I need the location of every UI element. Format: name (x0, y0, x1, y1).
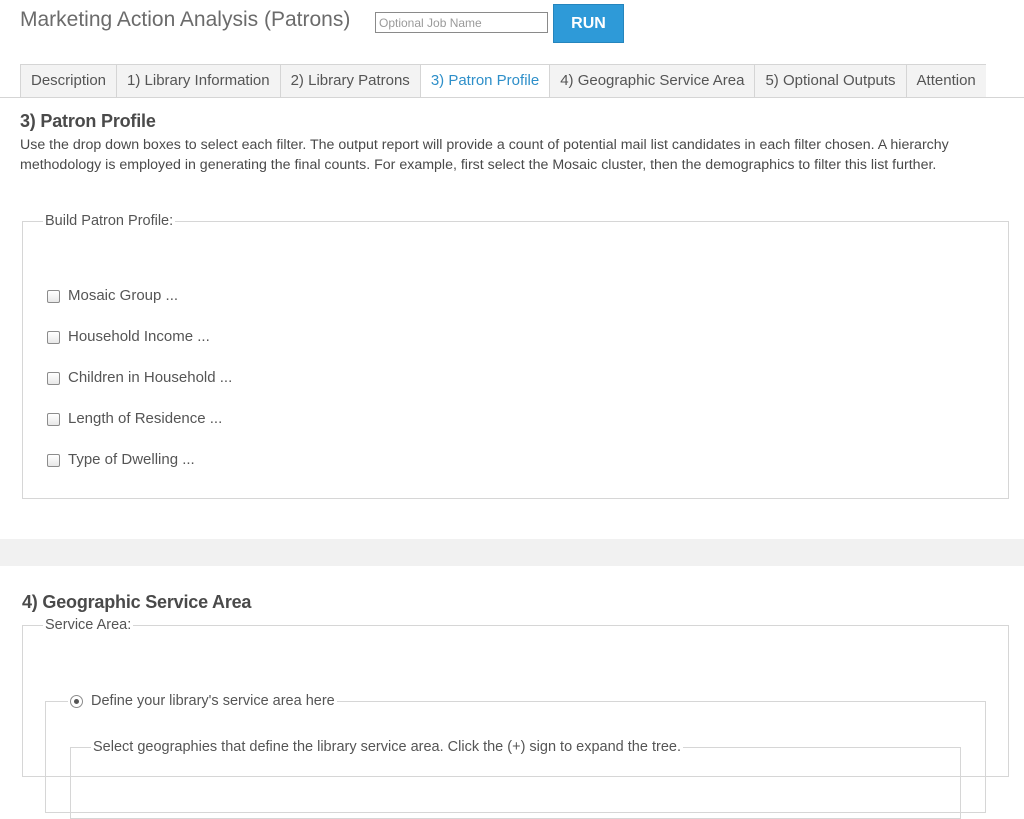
define-service-area-fieldset: Define your library's service area here … (45, 693, 986, 819)
service-area-legend: Service Area: (45, 617, 132, 633)
filter-length-of-residence[interactable]: Length of Residence ... (47, 410, 232, 451)
tab-library-patrons[interactable]: 2) Library Patrons (279, 64, 420, 98)
filter-label[interactable]: Mosaic Group ... (68, 287, 178, 304)
filter-household-income[interactable]: Household Income ... (47, 328, 232, 369)
filter-mosaic-group[interactable]: Mosaic Group ... (47, 287, 232, 328)
radio-selected-dot (74, 698, 79, 704)
job-name-input[interactable] (375, 12, 548, 33)
filter-label[interactable]: Type of Dwelling ... (68, 451, 195, 468)
build-patron-profile-legend: Build Patron Profile: (45, 213, 174, 229)
geographic-service-area-title: 4) Geographic Service Area (22, 592, 252, 612)
children-in-household-checkbox[interactable] (47, 372, 60, 385)
patron-profile-title: 3) Patron Profile (20, 111, 156, 131)
household-income-checkbox[interactable] (47, 331, 60, 344)
type-of-dwelling-checkbox[interactable] (47, 454, 60, 467)
tab-bar-divider (0, 97, 1024, 98)
build-patron-profile-fieldset: Build Patron Profile: Mosaic Group ... H… (22, 213, 1009, 499)
tab-optional-outputs[interactable]: 5) Optional Outputs (754, 64, 906, 98)
app-title: Marketing Action Analysis (Patrons) (20, 8, 351, 31)
filter-label[interactable]: Children in Household ... (68, 369, 232, 386)
filter-list: Mosaic Group ... Household Income ... Ch… (47, 287, 232, 492)
patron-profile-description: Use the drop down boxes to select each f… (20, 137, 949, 173)
mosaic-group-checkbox[interactable] (47, 290, 60, 303)
define-service-area-radio[interactable] (70, 694, 83, 708)
app-header: Marketing Action Analysis (Patrons) RUN (0, 0, 1024, 60)
tab-patron-profile[interactable]: 3) Patron Profile (419, 64, 550, 98)
filter-type-of-dwelling[interactable]: Type of Dwelling ... (47, 451, 232, 492)
select-geographies-fieldset: Select geographies that define the libra… (70, 739, 961, 819)
section-separator-band (0, 539, 1024, 566)
define-service-area-label[interactable]: Define your library's service area here (91, 693, 335, 709)
tab-geographic-service-area[interactable]: 4) Geographic Service Area (549, 64, 755, 98)
tab-description[interactable]: Description (20, 64, 117, 98)
tab-library-information[interactable]: 1) Library Information (116, 64, 280, 98)
define-service-area-legend[interactable]: Define your library's service area here (68, 693, 337, 709)
run-button[interactable]: RUN (553, 4, 624, 43)
filter-children-in-household[interactable]: Children in Household ... (47, 369, 232, 410)
select-geographies-legend: Select geographies that define the libra… (93, 739, 681, 755)
filter-label[interactable]: Household Income ... (68, 328, 210, 345)
filter-label[interactable]: Length of Residence ... (68, 410, 222, 427)
service-area-fieldset: Service Area: Define your library's serv… (22, 617, 1009, 819)
length-of-residence-checkbox[interactable] (47, 413, 60, 426)
tab-bar: Description 1) Library Information 2) Libr… (20, 64, 1024, 98)
tab-attention[interactable]: Attention (905, 64, 986, 98)
